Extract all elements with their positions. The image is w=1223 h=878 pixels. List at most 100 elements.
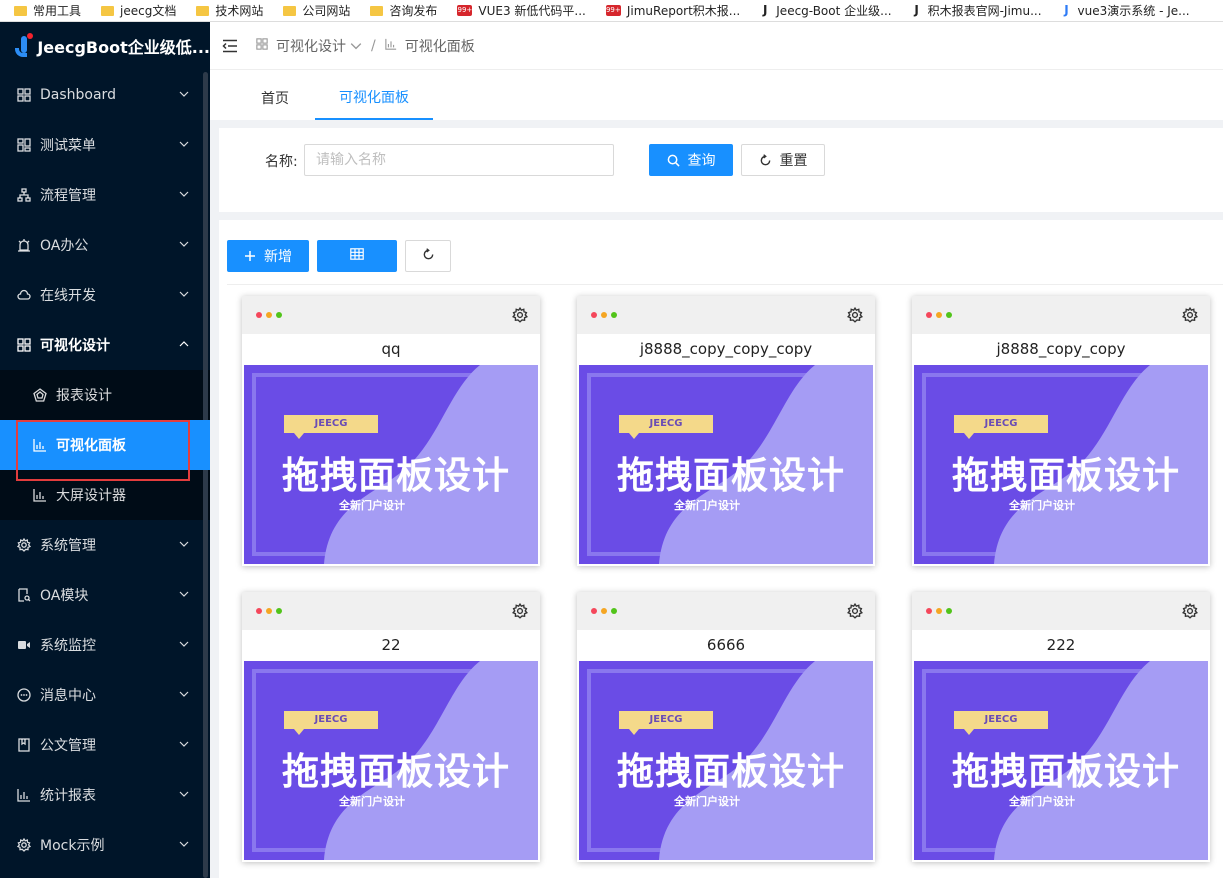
- bookmark[interactable]: 常用工具: [14, 2, 81, 19]
- settings-gear-icon[interactable]: [847, 603, 863, 619]
- thumb-headline: 拖拽面板设计: [952, 750, 1180, 793]
- bookmark[interactable]: J 积木报表官网-Jimu...: [912, 2, 1041, 19]
- tab-visual-panel[interactable]: 可视化面板: [315, 76, 433, 120]
- thumb-tag: JEECG: [284, 415, 378, 439]
- sidebar-menu-lower: 系统管理 OA模块 系统监控 消息中心 公文管理 统计报表 Mock示例: [0, 520, 210, 870]
- sidebar-item-flow[interactable]: 流程管理: [0, 170, 210, 220]
- document-search-icon: [17, 588, 31, 602]
- sidebar-item-message-center[interactable]: 消息中心: [0, 670, 210, 720]
- reset-button[interactable]: 重置: [741, 144, 825, 176]
- alarm-icon: [17, 238, 31, 252]
- bookmark[interactable]: 咨询发布: [370, 2, 437, 19]
- thumb-tag: JEECG: [954, 415, 1048, 439]
- sidebar-menu: Dashboard 测试菜单 流程管理 OA办公 在线开发 可视化设计: [0, 70, 210, 370]
- sidebar-item-online-dev[interactable]: 在线开发: [0, 270, 210, 320]
- refresh-button[interactable]: [405, 240, 451, 272]
- sidebar-item-system-admin[interactable]: 系统管理: [0, 520, 210, 570]
- bookmark[interactable]: 99+ JimuReport积木报...: [605, 2, 740, 19]
- thumb-headline: 拖拽面板设计: [617, 750, 845, 793]
- card-thumbnail: JEECG 拖拽面板设计 全新门户设计: [244, 365, 538, 564]
- card-title: qq: [381, 340, 401, 358]
- card-thumbnail: JEECG 拖拽面板设计 全新门户设计: [579, 661, 873, 860]
- bookmarks-bar: 常用工具 jeecg文档 技术网站 公司网站 咨询发布 99+ VUE3 新低代码…: [0, 0, 1223, 22]
- thumb-tag: JEECG: [619, 415, 713, 439]
- red-badge-icon: 99+: [457, 5, 473, 16]
- gear-icon: [17, 838, 31, 852]
- card-thumbnail: JEECG 拖拽面板设计 全新门户设计: [914, 661, 1208, 860]
- sidebar-item-dashboard[interactable]: Dashboard: [0, 70, 210, 120]
- add-button[interactable]: 新增: [227, 240, 309, 272]
- settings-gear-icon[interactable]: [847, 307, 863, 323]
- settings-gear-icon[interactable]: [512, 307, 528, 323]
- reload-icon: [422, 247, 435, 265]
- bookmark[interactable]: 公司网站: [283, 2, 350, 19]
- dashboard-icon: [17, 88, 31, 102]
- window-dots-icon: [926, 312, 956, 318]
- menu-fold-icon[interactable]: [222, 39, 238, 53]
- sidebar-item-document-mgmt[interactable]: 公文管理: [0, 720, 210, 770]
- gear-icon: [17, 538, 31, 552]
- sidebar-item-mock[interactable]: Mock示例: [0, 820, 210, 870]
- thumb-tag: JEECG: [954, 711, 1048, 735]
- bookmark[interactable]: J Jeecg-Boot 企业级...: [760, 2, 892, 19]
- bookmark[interactable]: jeecg文档: [101, 2, 176, 19]
- table-view-button[interactable]: [317, 240, 397, 272]
- panel-card[interactable]: 22 JEECG 拖拽面板设计 全新门户设计: [242, 592, 540, 862]
- chevron-down-icon: [179, 691, 189, 697]
- card-thumbnail: JEECG 拖拽面板设计 全新门户设计: [244, 661, 538, 860]
- j-icon: J: [914, 3, 919, 17]
- card-title: 22: [381, 636, 401, 654]
- bookmark[interactable]: 99+ VUE3 新低代码平...: [457, 2, 586, 19]
- sidebar-item-oa-module[interactable]: OA模块: [0, 570, 210, 620]
- bookmark[interactable]: 技术网站: [196, 2, 263, 19]
- table-icon: [350, 248, 364, 264]
- settings-gear-icon[interactable]: [1182, 603, 1198, 619]
- chevron-down-icon: [179, 741, 189, 747]
- thumb-tag: JEECG: [284, 711, 378, 735]
- sidebar-item-screen-designer[interactable]: 大屏设计器: [0, 470, 210, 520]
- settings-gear-icon[interactable]: [512, 603, 528, 619]
- breadcrumb: 可视化设计 / 可视化面板: [256, 36, 475, 56]
- chevron-down-icon: [179, 791, 189, 797]
- sidebar-item-visual-design[interactable]: 可视化设计: [0, 320, 210, 370]
- sidebar-item-test-menu[interactable]: 测试菜单: [0, 120, 210, 170]
- panel-card[interactable]: qq JEECG 拖拽面板设计 全新门户设计: [242, 296, 540, 566]
- panel-card[interactable]: j8888_copy_copy_copy JEECG 拖拽面板设计 全新门户设计: [577, 296, 875, 566]
- chevron-down-icon: [179, 591, 189, 597]
- content-panel: 新增 qq JEECG 拖拽面板设计 全新门户设计 j8888_copy_copy_co…: [219, 220, 1223, 878]
- bar-chart-icon: [385, 38, 397, 53]
- card-title: j8888_copy_copy_copy: [639, 340, 813, 358]
- logo-icon: [13, 33, 33, 59]
- panel-card[interactable]: 222 JEECG 拖拽面板设计 全新门户设计: [912, 592, 1210, 862]
- sidebar-item-system-monitor[interactable]: 系统监控: [0, 620, 210, 670]
- logo-row[interactable]: JeecgBoot企业级低...: [0, 22, 210, 70]
- plus-icon: [244, 250, 256, 262]
- panel-card[interactable]: j8888_copy_copy JEECG 拖拽面板设计 全新门户设计: [912, 296, 1210, 566]
- sidebar-item-report-design[interactable]: 报表设计: [0, 370, 210, 420]
- bookmark[interactable]: Jvue3演示系统 - Je...: [1062, 2, 1189, 19]
- sidebar-item-stat-report[interactable]: 统计报表: [0, 770, 210, 820]
- name-search-input[interactable]: [304, 144, 614, 176]
- search-icon: [667, 154, 680, 167]
- breadcrumb-separator: /: [371, 37, 376, 54]
- tab-home[interactable]: 首页: [235, 76, 315, 120]
- card-header: [242, 592, 540, 630]
- panel-card[interactable]: 6666 JEECG 拖拽面板设计 全新门户设计: [577, 592, 875, 862]
- breadcrumb-parent[interactable]: 可视化设计: [276, 36, 346, 56]
- settings-gear-icon[interactable]: [1182, 307, 1198, 323]
- query-button[interactable]: 查询: [649, 144, 733, 176]
- card-header: [577, 592, 875, 630]
- reload-icon: [759, 153, 772, 167]
- card-header: [912, 592, 1210, 630]
- name-field-label: 名称:: [265, 154, 298, 170]
- chevron-down-icon[interactable]: [350, 40, 362, 52]
- card-thumbnail: JEECG 拖拽面板设计 全新门户设计: [914, 365, 1208, 564]
- grid-icon: [17, 338, 31, 352]
- card-header: [912, 296, 1210, 334]
- thumb-headline: 拖拽面板设计: [617, 454, 845, 497]
- card-thumbnail: JEECG 拖拽面板设计 全新门户设计: [579, 365, 873, 564]
- window-dots-icon: [256, 608, 286, 614]
- sidebar-item-oa-office[interactable]: OA办公: [0, 220, 210, 270]
- sidebar-item-visual-panel[interactable]: 可视化面板: [0, 420, 210, 481]
- folder-icon: [283, 5, 297, 16]
